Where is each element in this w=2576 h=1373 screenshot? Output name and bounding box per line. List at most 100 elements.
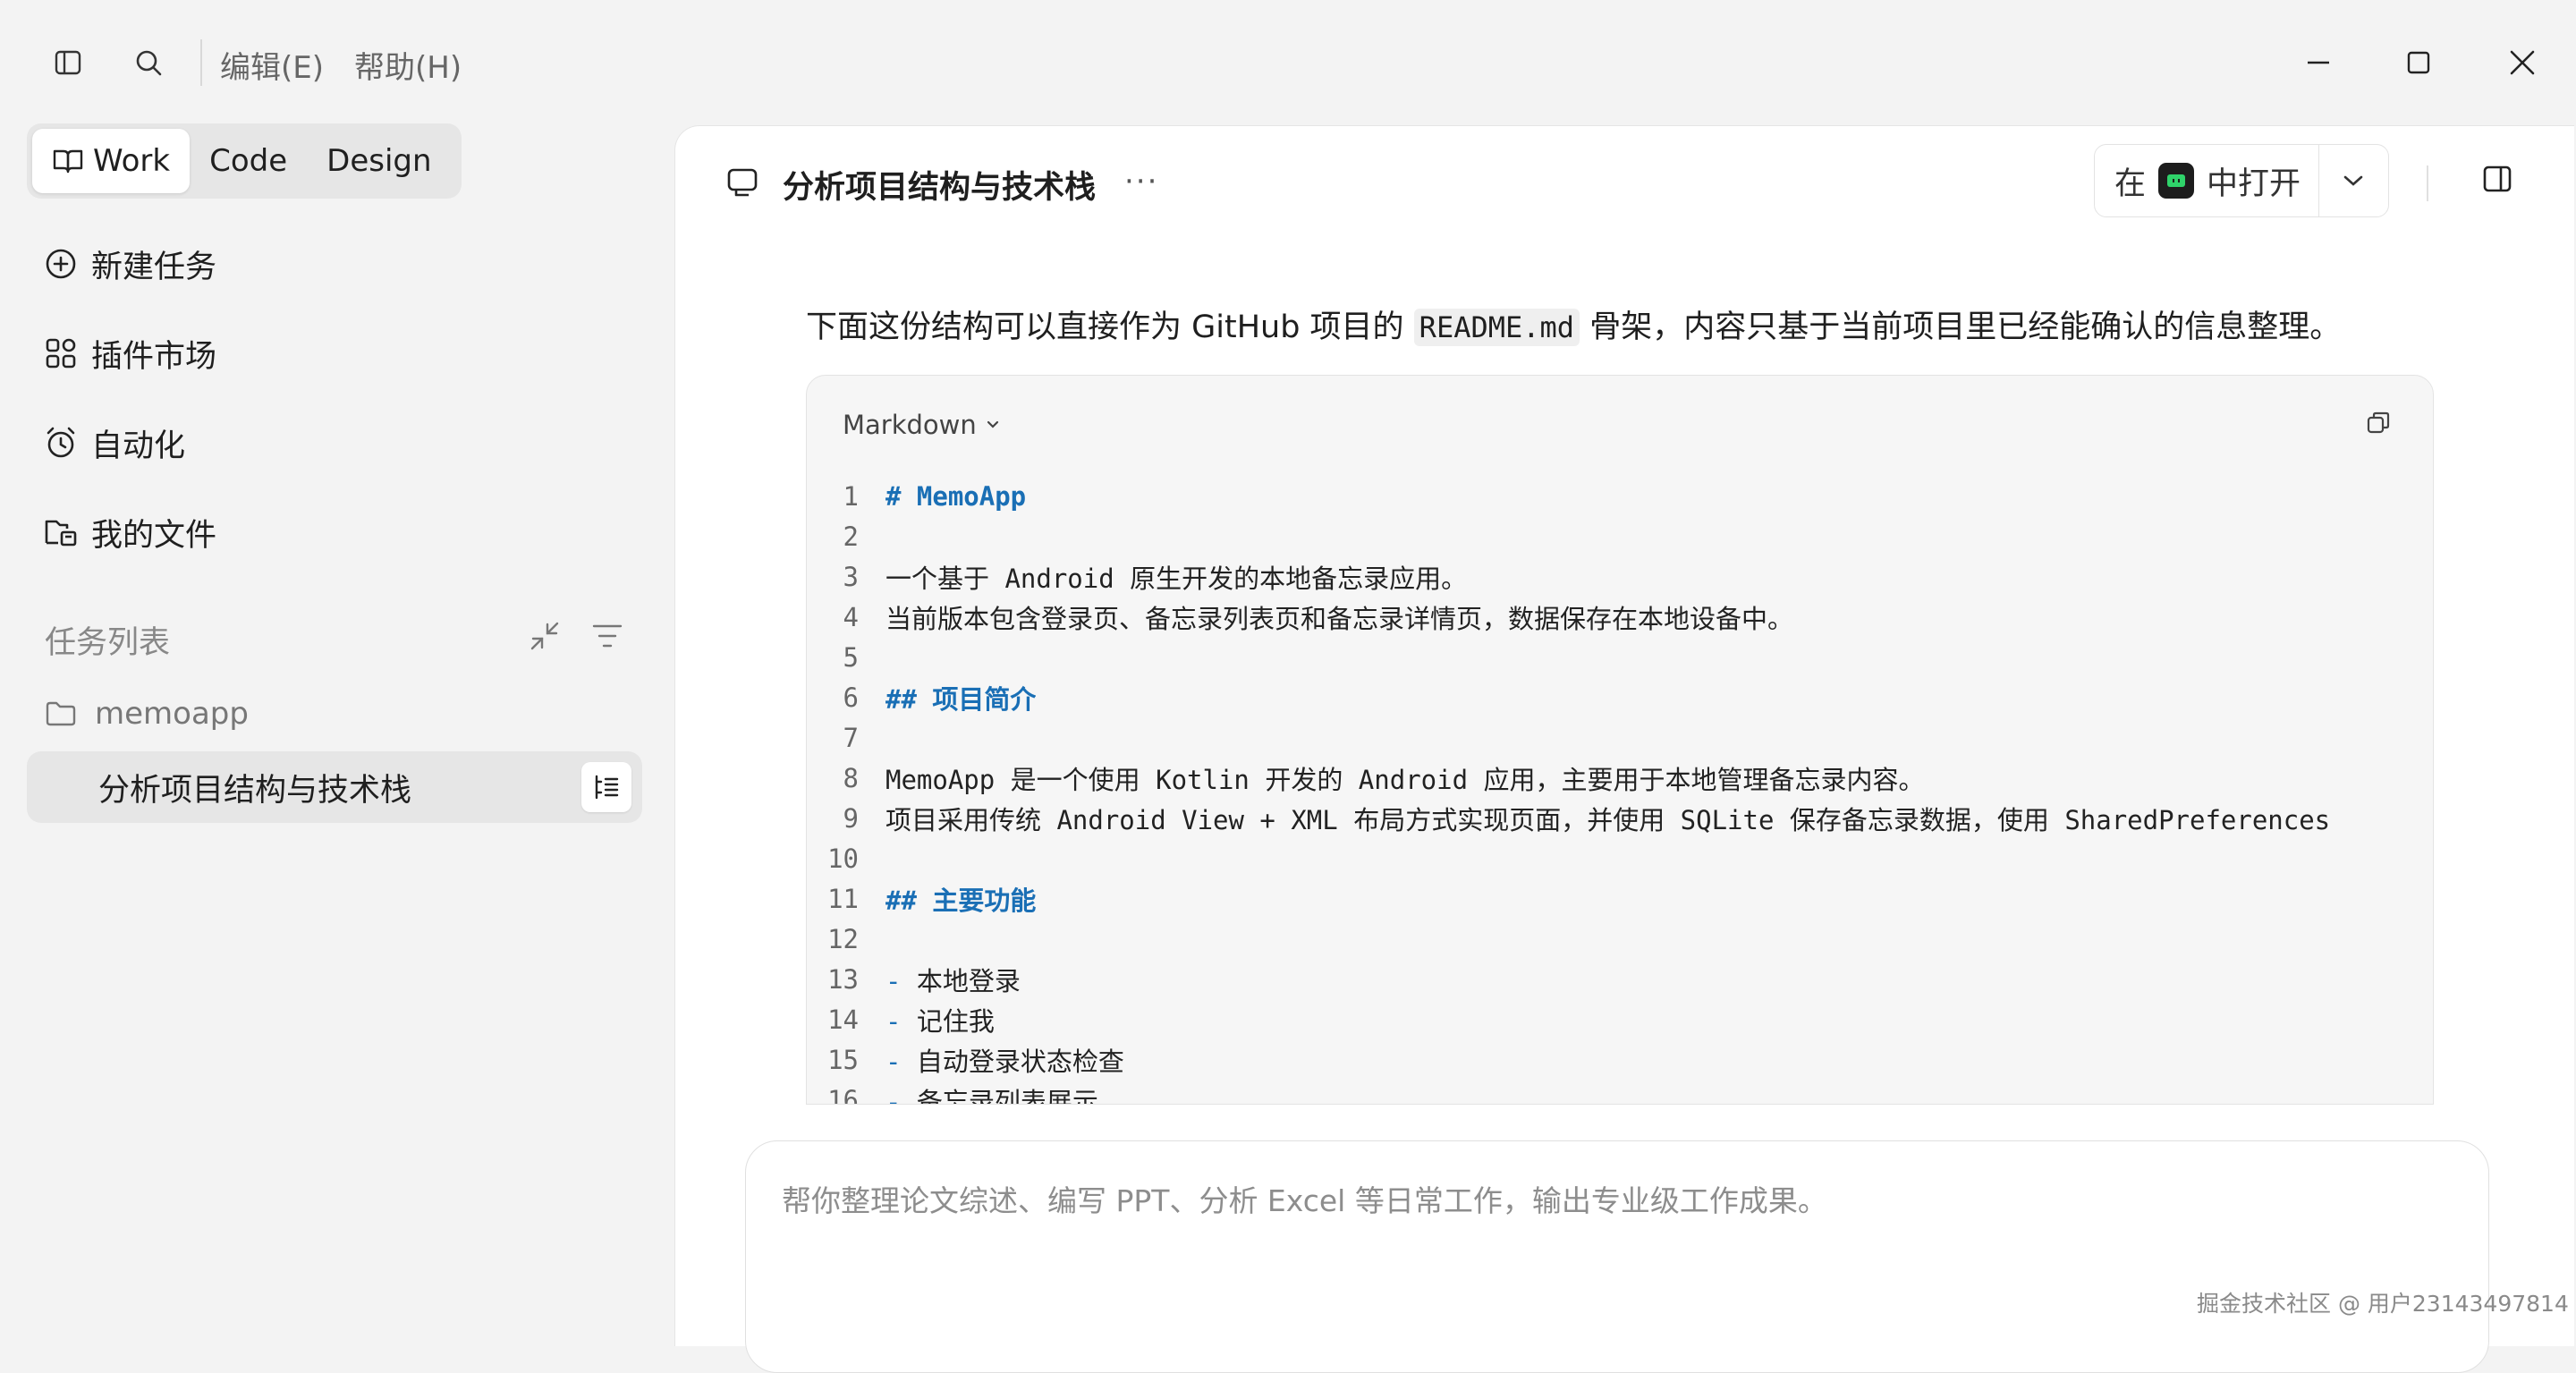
- more-options-button[interactable]: ···: [1124, 164, 1158, 199]
- code-line: 12: [807, 919, 2433, 959]
- line-number: 12: [827, 923, 859, 954]
- side-panel-toggle-icon[interactable]: [2482, 164, 2512, 194]
- book-icon: [52, 148, 84, 174]
- bullet-marker: -: [886, 1005, 917, 1037]
- watermark: 掘金技术社区 @ 用户23143497814: [2197, 1291, 2569, 1317]
- active-task-item[interactable]: 分析项目结构与技术栈: [27, 751, 642, 823]
- line-number: 4: [843, 601, 859, 632]
- code-block: Markdown 1 # MemoApp 2 3 一个基于 Android 原生开发的本…: [806, 375, 2434, 1105]
- code-line: 5: [807, 637, 2433, 677]
- line-number: 14: [827, 1004, 859, 1035]
- code-line: 6 ## 项目简介: [807, 677, 2433, 717]
- menu-help[interactable]: 帮助(H): [354, 43, 462, 87]
- code-line-text: MemoApp 是一个使用 Kotlin 开发的 Android 应用，主要用于…: [886, 764, 1925, 795]
- plus-circle-icon: [43, 246, 79, 282]
- sidebar-toggle-icon[interactable]: [47, 41, 89, 84]
- task-outline-icon[interactable]: [581, 762, 631, 812]
- nav-my-files[interactable]: 我的文件: [43, 505, 216, 559]
- chevron-down-icon[interactable]: [2319, 174, 2387, 188]
- terminal-app-icon: [2158, 163, 2195, 199]
- title-bar: 编辑(E) 帮助(H): [0, 0, 2576, 125]
- line-number: 11: [827, 883, 859, 914]
- line-number: 1: [843, 480, 859, 512]
- alarm-clock-icon: [43, 425, 79, 461]
- nav-new-task[interactable]: 新建任务: [43, 237, 216, 291]
- open-in-prefix: 在: [2114, 165, 2147, 202]
- close-icon[interactable]: [2496, 36, 2549, 89]
- code-lines: 1 # MemoApp 2 3 一个基于 Android 原生开发的本地备忘录应用。 4 当…: [807, 476, 2433, 1105]
- code-line: 2: [807, 516, 2433, 556]
- search-icon[interactable]: [127, 41, 170, 84]
- code-line-text: 一个基于 Android 原生开发的本地备忘录应用。: [886, 563, 1468, 594]
- bullet-marker: -: [886, 965, 917, 996]
- project-folder-label: memoapp: [95, 696, 249, 732]
- mode-design-label: Design: [326, 143, 432, 179]
- code-line: 4 当前版本包含登录页、备忘录列表页和备忘录详情页，数据保存在本地设备中。: [807, 597, 2433, 637]
- code-line-text: 当前版本包含登录页、备忘录列表页和备忘录详情页，数据保存在本地设备中。: [886, 603, 1794, 634]
- copy-icon[interactable]: [2365, 410, 2392, 436]
- code-line: 8 MemoApp 是一个使用 Kotlin 开发的 Android 应用，主要用…: [807, 758, 2433, 798]
- mode-design-tab[interactable]: Design: [307, 129, 451, 193]
- titlebar-divider: [200, 39, 202, 86]
- code-line: 15- 自动登录状态检查: [807, 1039, 2433, 1080]
- mode-code-tab[interactable]: Code: [190, 129, 307, 193]
- line-number: 10: [827, 843, 859, 874]
- code-line: 11 ## 主要功能: [807, 878, 2433, 919]
- line-number: 5: [843, 641, 859, 673]
- code-line-text: 项目采用传统 Android View + XML 布局方式实现页面，并使用 S…: [886, 804, 2331, 835]
- nav-plugin-market-label: 插件市场: [91, 338, 217, 375]
- minimize-icon[interactable]: [2292, 36, 2345, 89]
- folder-files-icon: [43, 514, 79, 550]
- project-folder[interactable]: memoapp: [45, 689, 249, 739]
- header-divider: [2427, 165, 2428, 201]
- bullet-marker: -: [886, 1086, 917, 1105]
- code-language-label: Markdown: [843, 410, 977, 440]
- intro-paragraph: 下面这份结构可以直接作为 GitHub 项目的 README.md 骨架，内容只…: [806, 301, 2341, 347]
- line-number: 16: [827, 1084, 859, 1105]
- maximize-icon[interactable]: [2392, 36, 2445, 89]
- bullet-text: 本地登录: [916, 965, 1021, 996]
- line-number: 6: [843, 682, 859, 713]
- bullet-marker: -: [886, 1046, 917, 1077]
- code-line: 3 一个基于 Android 原生开发的本地备忘录应用。: [807, 556, 2433, 597]
- code-line-text: ## 项目简介: [886, 683, 1037, 715]
- code-line: 9 项目采用传统 Android View + XML 布局方式实现页面，并使用 …: [807, 798, 2433, 838]
- nav-new-task-label: 新建任务: [91, 249, 217, 285]
- bullet-text: 自动登录状态检查: [916, 1046, 1124, 1077]
- chat-icon: [725, 165, 759, 199]
- code-line-text: ## 主要功能: [886, 885, 1037, 916]
- composer-placeholder: 帮你整理论文综述、编写 PPT、分析 Excel 等日常工作，输出专业级工作成果…: [782, 1183, 1827, 1218]
- code-line: 14- 记住我: [807, 999, 2433, 1039]
- mode-switcher: Work Code Design: [27, 123, 462, 199]
- code-line: 1 # MemoApp: [807, 476, 2433, 516]
- code-line-text: # MemoApp: [886, 480, 1027, 512]
- nav-automation[interactable]: 自动化: [43, 416, 185, 470]
- bullet-text: 备忘录列表展示: [916, 1086, 1098, 1105]
- nav-my-files-label: 我的文件: [91, 517, 217, 554]
- code-line-text: - 本地登录: [886, 961, 1021, 998]
- grid-plugins-icon: [43, 335, 79, 371]
- code-language-selector[interactable]: Markdown: [843, 410, 1000, 440]
- code-line: 16 - 备忘录列表展示: [807, 1080, 2433, 1105]
- mode-work-tab[interactable]: Work: [32, 129, 191, 193]
- code-line: 7: [807, 717, 2433, 758]
- collapse-icon[interactable]: [528, 619, 562, 653]
- line-number: 9: [843, 802, 859, 834]
- line-number: 15: [827, 1044, 859, 1075]
- active-task-label: 分析项目结构与技术栈: [98, 772, 412, 809]
- nav-plugin-market[interactable]: 插件市场: [43, 326, 216, 380]
- menu-edit[interactable]: 编辑(E): [220, 43, 324, 87]
- filter-icon[interactable]: [590, 619, 624, 653]
- page-title: 分析项目结构与技术栈: [783, 170, 1097, 206]
- code-line: 10: [807, 838, 2433, 878]
- line-number: 8: [843, 762, 859, 793]
- code-line-text: - 备忘录列表展示: [886, 1081, 1098, 1105]
- open-in-button[interactable]: 在 中打开: [2094, 144, 2389, 217]
- intro-text-after: 骨架，内容只基于当前项目里已经能确认的信息整理。: [1580, 309, 2342, 345]
- main-panel: 分析项目结构与技术栈 ··· 在 中打开 下面这份结构可以直接作为 GitHub…: [674, 125, 2574, 1373]
- open-in-suffix: 中打开: [2207, 165, 2301, 202]
- intro-text-before: 下面这份结构可以直接作为 GitHub 项目的: [806, 309, 1414, 345]
- chevron-down-icon: [986, 420, 1000, 430]
- mode-work-label: Work: [93, 143, 171, 179]
- composer-input[interactable]: 帮你整理论文综述、编写 PPT、分析 Excel 等日常工作，输出专业级工作成果…: [745, 1140, 2489, 1373]
